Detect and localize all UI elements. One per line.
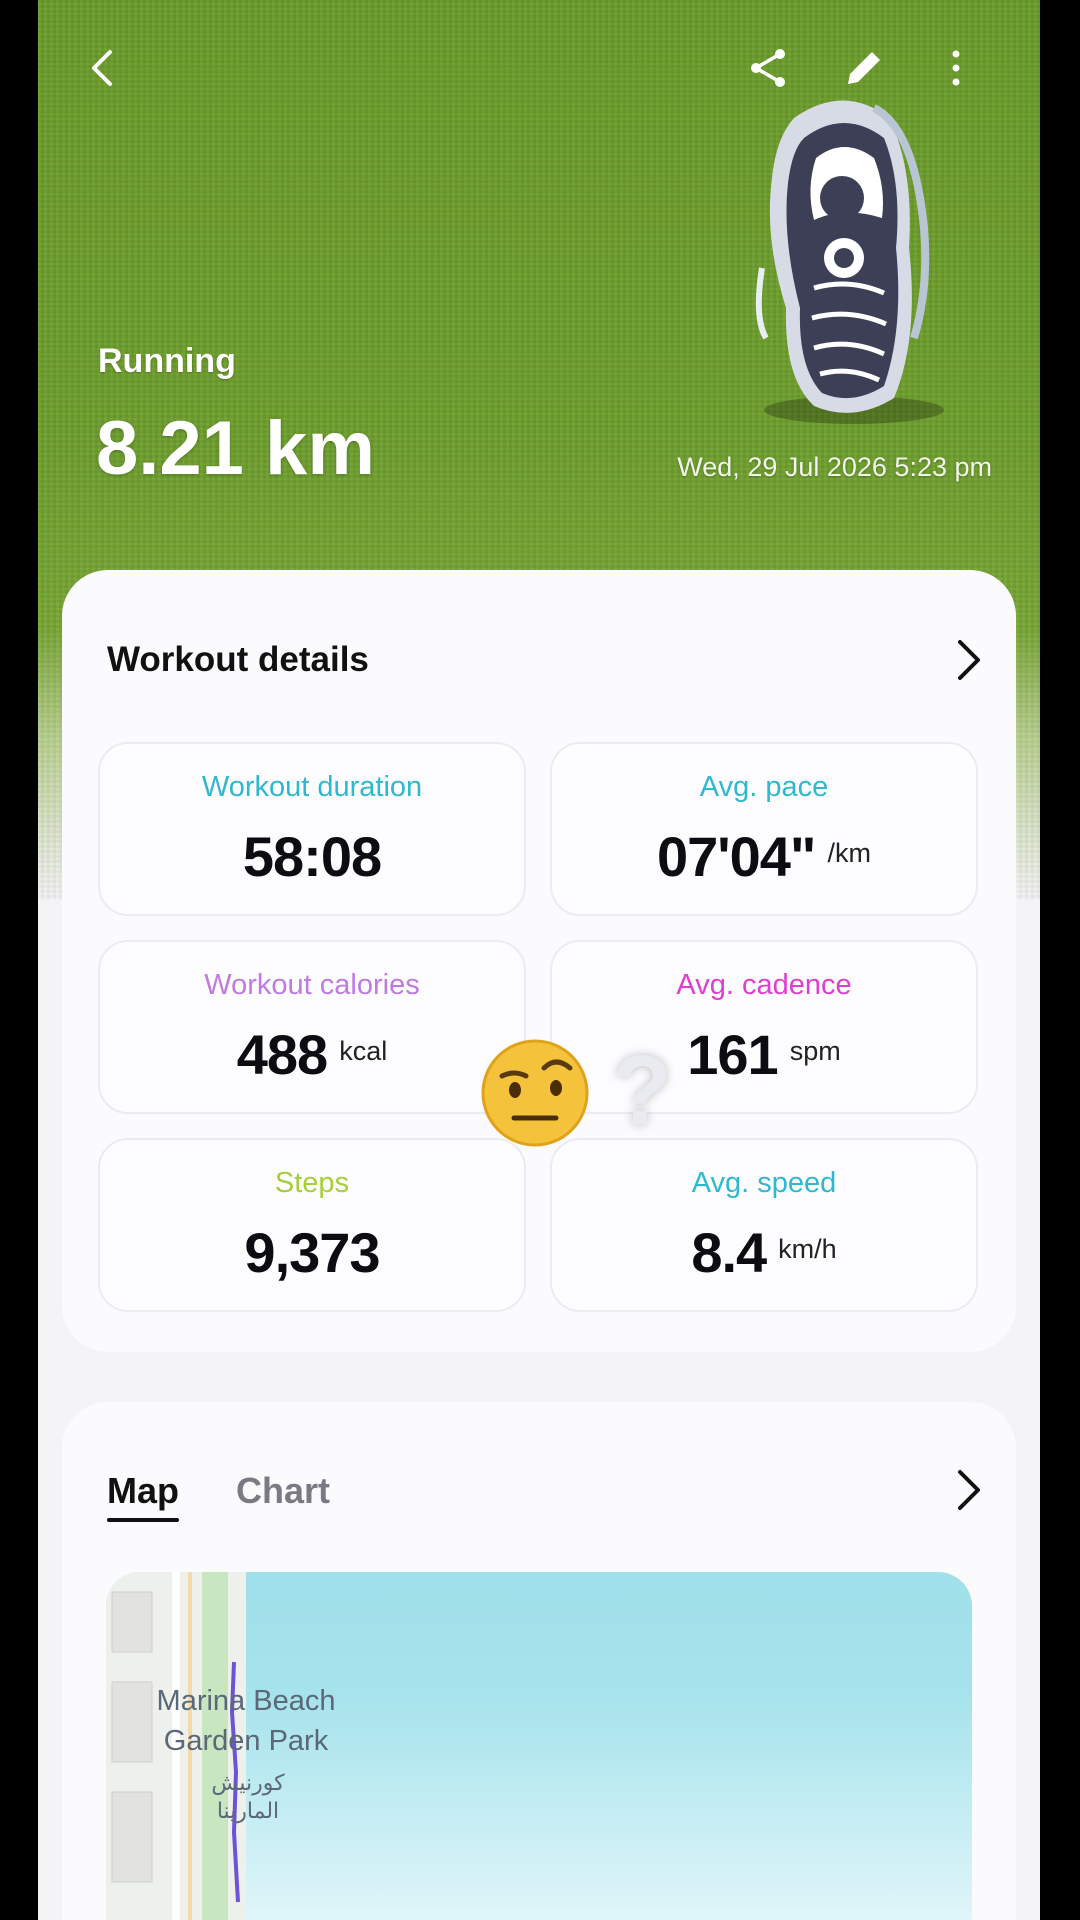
distance-unit: km bbox=[265, 406, 375, 491]
map-place-label: Garden Park bbox=[163, 1725, 329, 1757]
workout-datetime: Wed, 29 Jul 2026 5:23 pm bbox=[677, 452, 992, 482]
workout-details-title: Workout details bbox=[107, 640, 369, 679]
tab-chart[interactable]: Chart bbox=[236, 1470, 330, 1512]
back-button[interactable] bbox=[74, 38, 134, 98]
stat-value: 8.4 km/h bbox=[691, 1221, 837, 1284]
share-icon bbox=[751, 49, 785, 87]
stat-value: 58:08 bbox=[242, 825, 382, 888]
workout-details-open-button[interactable] bbox=[946, 632, 992, 688]
running-shoe-image bbox=[755, 100, 944, 424]
stat-value: 9,373 bbox=[244, 1221, 380, 1284]
workout-screen: Running 8.21 km Wed, 29 Jul 2026 5:23 pm… bbox=[38, 0, 1040, 1920]
question-mark-overlay: ? bbox=[612, 1035, 672, 1145]
more-icon bbox=[952, 50, 960, 86]
stat-value: 07'04"/km bbox=[657, 825, 871, 888]
stat-unit: spm bbox=[789, 1036, 841, 1066]
stat-label: Avg. cadence bbox=[676, 969, 852, 1001]
stat-label: Avg. pace bbox=[699, 771, 829, 803]
map-place-label-arabic: كورنيش bbox=[211, 1770, 285, 1795]
tab-map[interactable]: Map bbox=[107, 1470, 179, 1522]
chevron-right-icon bbox=[958, 1470, 980, 1510]
map-place-label: Marina Beach bbox=[156, 1685, 336, 1717]
stat-tile-avg-pace: Avg. pace 07'04"/km bbox=[550, 742, 978, 916]
route-map[interactable]: Marina Beach Garden Park كورنيش المارينا bbox=[106, 1572, 972, 1920]
back-icon bbox=[92, 50, 112, 86]
stat-unit: km/h bbox=[778, 1234, 837, 1264]
raised-eyebrow-emoji-icon bbox=[481, 1039, 589, 1147]
stat-value: 488 kcal bbox=[236, 1023, 388, 1086]
stat-unit: kcal bbox=[339, 1036, 388, 1066]
stat-label: Workout calories bbox=[204, 969, 420, 1001]
stat-tile-steps: Steps 9,373 bbox=[98, 1138, 526, 1312]
stat-label: Steps bbox=[274, 1167, 350, 1199]
stat-label: Avg. speed bbox=[691, 1167, 837, 1199]
map-open-button[interactable] bbox=[946, 1462, 992, 1518]
distance-total: 8.21 km bbox=[96, 405, 375, 492]
edit-icon bbox=[848, 52, 880, 84]
map-chart-card: Map Chart Marina Beach Garden Park كورني… bbox=[62, 1402, 1016, 1920]
distance-value: 8.21 bbox=[96, 406, 244, 491]
stat-unit: /km bbox=[827, 838, 871, 868]
workout-details-card: Workout details Workout duration 58:08 A… bbox=[62, 570, 1016, 1352]
stat-tile-calories: Workout calories 488 kcal bbox=[98, 940, 526, 1114]
chevron-right-icon bbox=[958, 640, 980, 680]
stat-label: Workout duration bbox=[201, 771, 423, 803]
stat-tile-avg-speed: Avg. speed 8.4 km/h bbox=[550, 1138, 978, 1312]
stat-tile-duration: Workout duration 58:08 bbox=[98, 742, 526, 916]
activity-type: Running bbox=[98, 342, 236, 380]
map-place-label-arabic: المارينا bbox=[216, 1798, 280, 1823]
